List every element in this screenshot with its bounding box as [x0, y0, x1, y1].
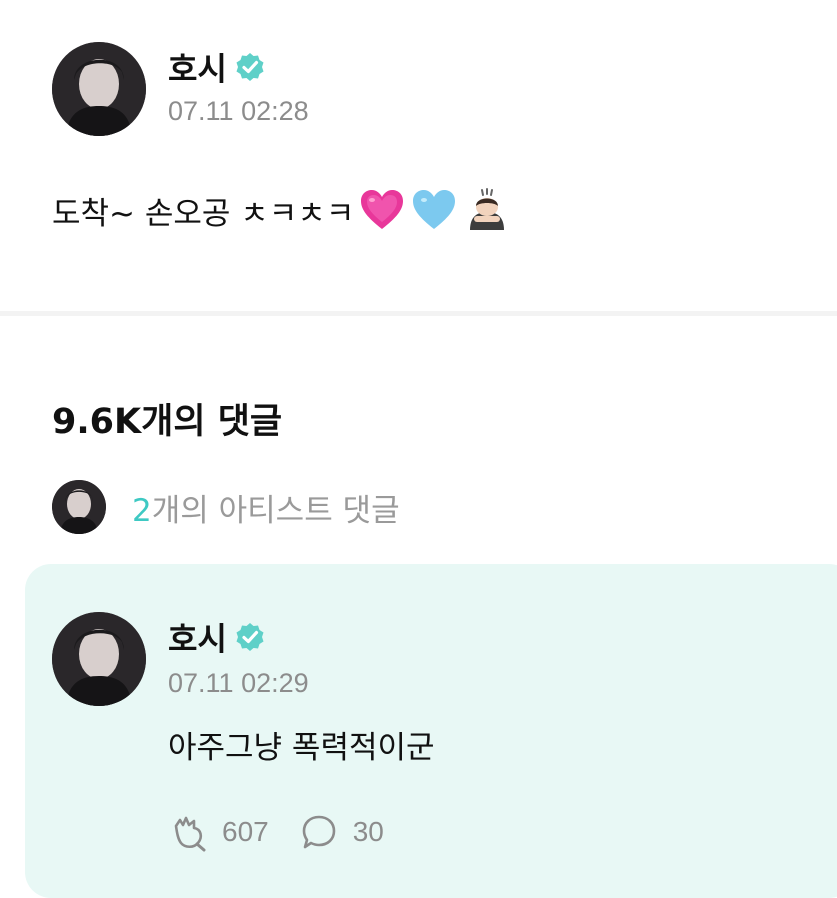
author-name[interactable]: 호시 [168, 614, 227, 660]
light-blue-heart-icon [410, 186, 458, 234]
post-body: 도착~ 손오공 ㅊㅋㅊㅋ [52, 186, 510, 234]
bowing-person-icon [462, 186, 510, 234]
post-text: 도착~ 손오공 ㅊㅋㅊㅋ [52, 195, 355, 232]
reply-button[interactable]: 30 [299, 812, 384, 852]
reply-count: 30 [352, 816, 384, 847]
avatar[interactable] [52, 42, 146, 136]
growing-heart-icon [358, 186, 406, 234]
post-timestamp: 07.11 02:28 [168, 96, 309, 126]
artist-comment-card[interactable]: 호시 07.11 02:29 아주그냥 폭력적이군 607 30 [25, 564, 837, 898]
speech-bubble-icon [299, 812, 339, 852]
avatar [52, 480, 106, 534]
author-name-row: 호시 [168, 614, 265, 660]
post-page: 호시 07.11 02:28 도착~ 손오공 ㅊㅋㅊㅋ 9.6K개의 댓글 2개… [0, 0, 837, 898]
like-count: 607 [222, 816, 269, 847]
comment-text: 아주그냥 폭력적이군 [168, 730, 435, 766]
artist-comment-count: 2 [132, 492, 152, 529]
author-name[interactable]: 호시 [168, 44, 227, 90]
section-divider [0, 311, 837, 316]
avatar[interactable] [52, 612, 146, 706]
cheer-icon [168, 812, 208, 852]
author-name-row: 호시 [168, 44, 265, 90]
verified-badge-icon [235, 622, 265, 652]
comment-actions: 607 30 [168, 812, 414, 852]
comment-count: 9.6K개의 댓글 [52, 402, 283, 442]
artist-comment-suffix: 개의 아티스트 댓글 [151, 492, 400, 529]
artist-comments-label: 2개의 아티스트 댓글 [132, 485, 400, 530]
artist-comments-link[interactable]: 2개의 아티스트 댓글 [52, 480, 400, 534]
like-button[interactable]: 607 [168, 812, 269, 852]
comment-timestamp: 07.11 02:29 [168, 668, 309, 698]
verified-badge-icon [235, 52, 265, 82]
